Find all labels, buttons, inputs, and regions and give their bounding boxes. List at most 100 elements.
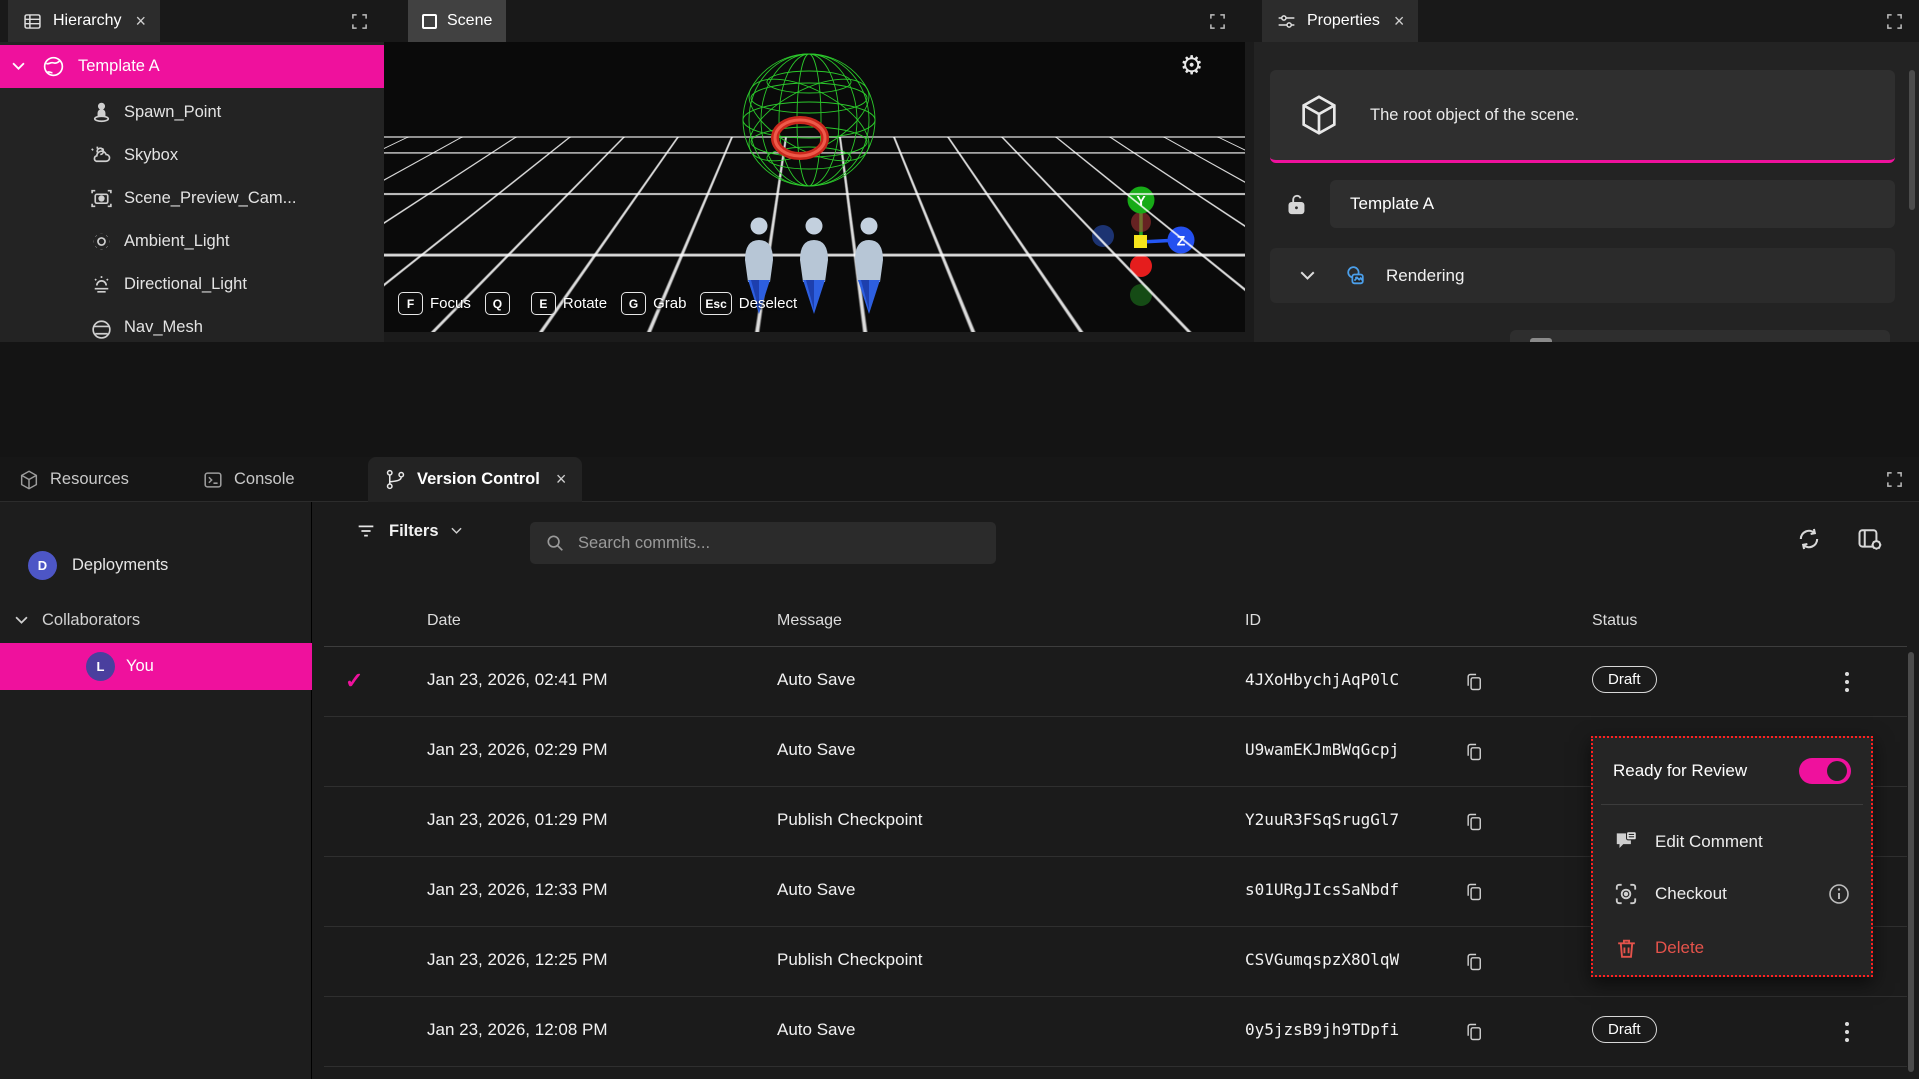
rendering-icon bbox=[1343, 263, 1368, 288]
key-g: G bbox=[621, 292, 646, 315]
rendering-section-header[interactable]: Rendering bbox=[1270, 248, 1895, 303]
search-commits-box[interactable] bbox=[530, 522, 996, 564]
tab-console[interactable]: Console bbox=[202, 457, 295, 502]
tab-resources[interactable]: Resources bbox=[18, 457, 129, 502]
chevron-down-icon bbox=[15, 616, 28, 625]
sidebar-item-collaborators[interactable]: Collaborators bbox=[0, 602, 312, 638]
sidebar-item-deployments[interactable]: D Deployments bbox=[0, 545, 312, 585]
status-badge: Draft bbox=[1592, 666, 1657, 693]
ready-for-review-toggle[interactable] bbox=[1799, 758, 1851, 784]
console-icon bbox=[202, 469, 224, 491]
key-q: Q bbox=[485, 292, 510, 315]
copy-id-icon[interactable] bbox=[1464, 811, 1484, 833]
close-icon[interactable]: × bbox=[135, 11, 146, 32]
hierarchy-item-skybox[interactable]: Skybox bbox=[0, 134, 384, 177]
commit-row[interactable]: Jan 23, 2026, 12:08 PM Auto Save 0y5jzsB… bbox=[324, 997, 1907, 1067]
tab-console-label: Console bbox=[234, 470, 295, 489]
copy-id-icon[interactable] bbox=[1464, 881, 1484, 903]
gizmo-y-label: Y bbox=[1136, 193, 1146, 209]
scene-icon bbox=[422, 14, 437, 29]
version-control-sidebar: D Deployments Collaborators L You bbox=[0, 502, 312, 1079]
key-f: F bbox=[398, 292, 423, 315]
copy-id-icon[interactable] bbox=[1464, 1021, 1484, 1043]
gizmo-z-label: Z bbox=[1177, 233, 1186, 249]
checkout-icon bbox=[1613, 881, 1639, 907]
clipped-property-row bbox=[1510, 330, 1890, 342]
info-icon[interactable] bbox=[1827, 882, 1851, 906]
hierarchy-tabbar: Hierarchy × bbox=[0, 0, 384, 42]
commit-row[interactable]: ✓ Jan 23, 2026, 02:41 PM Auto Save 4JXoH… bbox=[324, 647, 1907, 717]
header-id: ID bbox=[1245, 612, 1261, 630]
menu-item-edit-comment[interactable]: Edit Comment bbox=[1593, 816, 1871, 868]
properties-panel: Properties × The root object of the scen… bbox=[1254, 0, 1919, 342]
tab-scene[interactable]: Scene bbox=[408, 0, 506, 42]
deployments-label: Deployments bbox=[72, 556, 168, 575]
hierarchy-item-ambient-light[interactable]: Ambient_Light bbox=[0, 220, 384, 263]
edit-comment-icon bbox=[1613, 829, 1639, 855]
close-icon[interactable]: × bbox=[1394, 11, 1405, 32]
copy-id-icon[interactable] bbox=[1464, 741, 1484, 763]
cube-icon bbox=[1296, 92, 1342, 138]
panel-settings-icon[interactable] bbox=[1855, 524, 1885, 554]
trash-icon bbox=[1613, 935, 1639, 961]
copy-id-icon[interactable] bbox=[1464, 671, 1484, 693]
directional-light-icon bbox=[88, 272, 114, 298]
edit-comment-label: Edit Comment bbox=[1655, 832, 1763, 852]
bottom-tabbar: Resources Console Version Control × bbox=[0, 457, 1919, 502]
filters-label: Filters bbox=[389, 522, 439, 541]
search-commits-input[interactable] bbox=[578, 534, 982, 553]
row-menu-button[interactable] bbox=[1837, 667, 1857, 697]
table-scrollbar[interactable] bbox=[1908, 652, 1914, 1072]
ready-for-review-row[interactable]: Ready for Review bbox=[1593, 746, 1871, 796]
chevron-down-icon bbox=[451, 527, 462, 535]
scene-viewport[interactable]: Y Z ⚙ FFocus Q ERotate GGrab EscDeselect bbox=[384, 42, 1245, 332]
expand-panel-icon[interactable] bbox=[1886, 13, 1903, 30]
properties-scrollbar[interactable] bbox=[1909, 70, 1915, 210]
commits-table-header: Date Message ID Status bbox=[324, 602, 1907, 647]
commit-context-menu: Ready for Review Edit Comment Checkout bbox=[1591, 736, 1873, 977]
hierarchy-root-row[interactable]: Template A bbox=[0, 45, 384, 88]
expand-panel-icon[interactable] bbox=[351, 13, 368, 30]
sidebar-item-you[interactable]: L You bbox=[0, 643, 312, 690]
hierarchy-item-spawn-point[interactable]: Spawn_Point bbox=[0, 91, 384, 134]
tab-resources-label: Resources bbox=[50, 470, 129, 489]
tab-properties-label: Properties bbox=[1307, 12, 1380, 30]
skybox-icon bbox=[88, 143, 114, 169]
hierarchy-icon bbox=[22, 11, 43, 32]
key-esc: Esc bbox=[700, 292, 731, 315]
hierarchy-item-scene-preview-cam[interactable]: Scene_Preview_Cam... bbox=[0, 177, 384, 220]
current-commit-check-icon: ✓ bbox=[345, 668, 363, 694]
hierarchy-item-directional-light[interactable]: Directional_Light bbox=[0, 263, 384, 306]
ambient-light-icon bbox=[88, 229, 114, 255]
hierarchy-item-nav-mesh[interactable]: Nav_Mesh bbox=[0, 306, 384, 342]
viewport-settings-gear-icon[interactable]: ⚙ bbox=[1180, 52, 1203, 78]
version-control-main: Filters Date Message ID Status bbox=[312, 502, 1919, 1079]
properties-tabbar: Properties × bbox=[1254, 0, 1919, 42]
hierarchy-panel: Hierarchy × Template A Spawn_Point S bbox=[0, 0, 384, 342]
expand-panel-icon[interactable] bbox=[1886, 471, 1903, 488]
axis-gizmo[interactable]: Y Z bbox=[1089, 180, 1221, 328]
delete-label: Delete bbox=[1655, 938, 1704, 958]
expand-panel-icon[interactable] bbox=[1209, 13, 1226, 30]
copy-id-icon[interactable] bbox=[1464, 951, 1484, 973]
scene-panel: Scene bbox=[384, 0, 1254, 342]
status-badge: Draft bbox=[1592, 1016, 1657, 1043]
object-name-field[interactable]: Template A bbox=[1330, 180, 1895, 228]
menu-item-checkout[interactable]: Checkout bbox=[1593, 868, 1871, 920]
refresh-icon[interactable] bbox=[1794, 524, 1824, 554]
tab-hierarchy[interactable]: Hierarchy × bbox=[8, 0, 160, 42]
toggle-knob bbox=[1827, 761, 1847, 781]
wireframe-sphere[interactable] bbox=[736, 46, 882, 206]
tab-properties[interactable]: Properties × bbox=[1262, 0, 1418, 42]
lock-open-icon[interactable] bbox=[1284, 190, 1310, 218]
tab-version-control[interactable]: Version Control × bbox=[368, 457, 582, 502]
menu-item-delete[interactable]: Delete bbox=[1593, 922, 1871, 974]
nav-mesh-icon bbox=[88, 315, 114, 341]
header-message: Message bbox=[777, 612, 842, 630]
root-object-description: The root object of the scene. bbox=[1370, 106, 1579, 125]
hierarchy-root-label: Template A bbox=[78, 57, 160, 76]
filters-button[interactable]: Filters bbox=[355, 520, 462, 542]
close-icon[interactable]: × bbox=[556, 469, 567, 490]
row-menu-button[interactable] bbox=[1837, 1017, 1857, 1047]
hotkey-hints: FFocus Q ERotate GGrab EscDeselect bbox=[398, 292, 797, 315]
